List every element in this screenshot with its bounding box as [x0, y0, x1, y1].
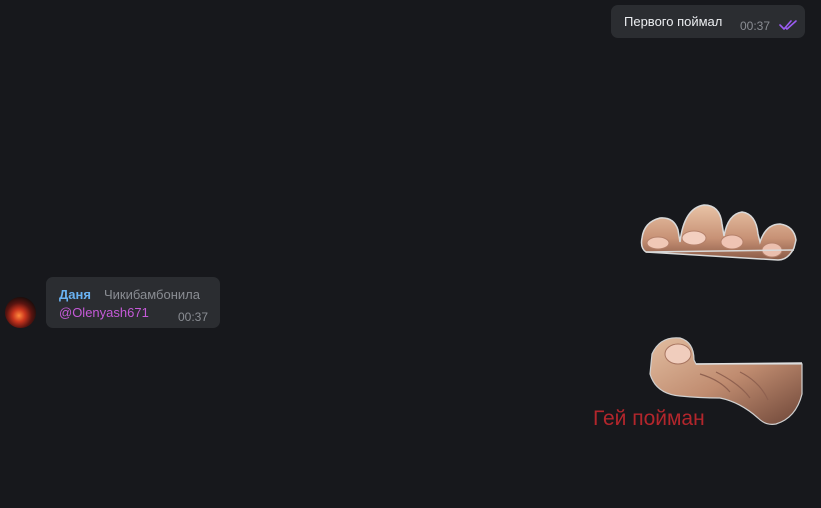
message-text: Первого поймал	[624, 14, 723, 29]
sender-name[interactable]: Даня	[59, 287, 91, 302]
mention-link[interactable]: @Olenyash671	[59, 305, 149, 320]
incoming-message-bubble[interactable]: Даня Чикибамбонила @Olenyash671 00:37	[46, 277, 220, 328]
double-check-icon	[779, 20, 797, 30]
sender-status: Чикибамбонила	[104, 287, 200, 302]
outgoing-message-bubble[interactable]: Первого поймал 00:37	[611, 5, 805, 38]
message-time: 00:37	[740, 19, 771, 33]
avatar[interactable]	[5, 297, 36, 328]
sticker-caption: Гей пойман	[593, 407, 705, 430]
fingers-sticker[interactable]	[638, 200, 800, 266]
message-time: 00:37	[178, 310, 209, 324]
